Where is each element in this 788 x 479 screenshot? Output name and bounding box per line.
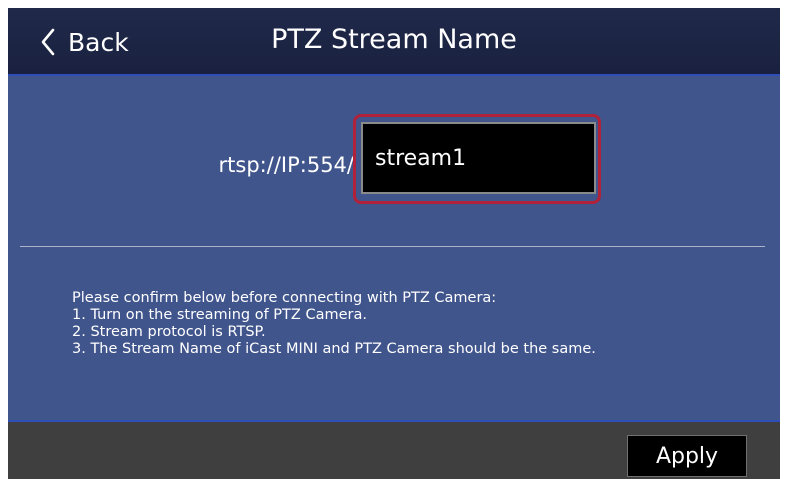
instruction-item: 3. The Stream Name of iCast MINI and PTZ… [72, 341, 596, 357]
instruction-item: 1. Turn on the streaming of PTZ Camera. [72, 307, 367, 323]
stream-name-input[interactable] [361, 122, 596, 194]
footer-bar: Apply [8, 420, 780, 479]
apply-button[interactable]: Apply [627, 435, 747, 477]
instructions-intro: Please confirm below before connecting w… [72, 290, 497, 306]
instruction-item: 2. Stream protocol is RTSP. [72, 324, 266, 340]
header-bar: Back PTZ Stream Name [8, 8, 780, 76]
instructions: Please confirm below before connecting w… [72, 290, 596, 358]
rtsp-url-prefix: rtsp://IP:554/ [218, 153, 354, 177]
page-title: PTZ Stream Name [271, 24, 517, 55]
app-window: Back PTZ Stream Name rtsp://IP:554/ Plea… [8, 8, 780, 479]
divider [20, 246, 765, 247]
main-panel: rtsp://IP:554/ Please confirm below befo… [8, 76, 780, 420]
